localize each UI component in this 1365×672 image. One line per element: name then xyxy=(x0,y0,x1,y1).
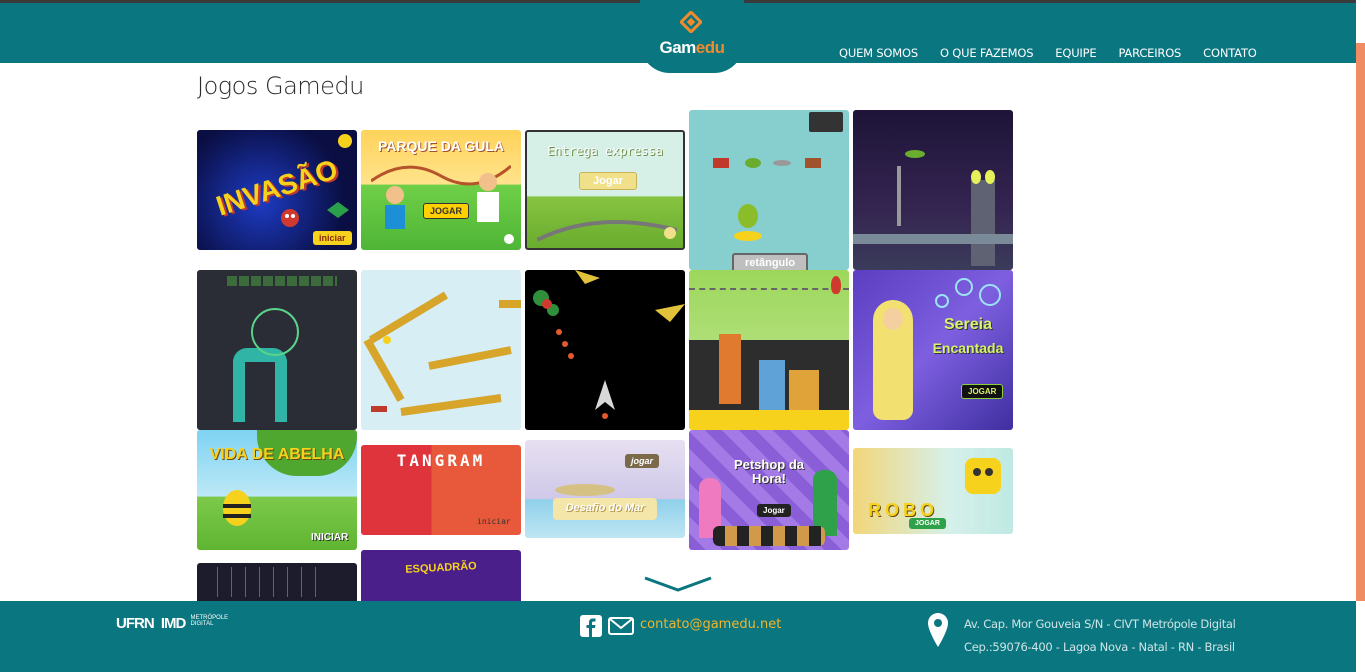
contact-email-link[interactable]: contato@gamedu.net xyxy=(640,617,781,632)
address-line-1: Av. Cap. Mor Gouveia S/N - CIVT Metrópol… xyxy=(964,617,1236,631)
pets-row xyxy=(713,526,825,546)
bubble xyxy=(979,284,1001,306)
robot-tower xyxy=(971,180,995,266)
imd-logo: IMD xyxy=(160,615,186,632)
street-lamp xyxy=(897,166,901,226)
planks-icon xyxy=(363,291,521,416)
railway-icon xyxy=(537,220,677,242)
imd-logo-subtitle: METRÓPOLE DIGITAL xyxy=(190,615,229,627)
bubble xyxy=(251,308,299,356)
platform xyxy=(773,160,791,166)
brick-row xyxy=(227,276,337,286)
nav-quem-somos[interactable]: QUEM SOMOS xyxy=(839,46,918,60)
game-robo-play-button[interactable]: JOGAR xyxy=(909,518,946,529)
frog-icon xyxy=(734,204,762,241)
game-petshop-play-button[interactable]: Jogar xyxy=(757,504,791,517)
logo-link[interactable]: Gamedu xyxy=(640,0,744,73)
game-retangulo-button[interactable]: retângulo xyxy=(732,253,808,270)
ground xyxy=(853,234,1013,244)
game-invasao[interactable]: INVASÃO iniciar xyxy=(197,130,357,250)
scrollbar-top xyxy=(1356,0,1365,43)
pipe xyxy=(233,360,245,422)
game-abelha-start-button[interactable]: INICIAR xyxy=(305,530,354,545)
platform xyxy=(805,158,821,168)
page-title: Jogos Gamedu xyxy=(197,72,364,100)
game-laser-lab[interactable] xyxy=(197,270,357,430)
building xyxy=(719,334,741,404)
game-retangulo[interactable]: retângulo xyxy=(689,110,849,270)
robot-eye xyxy=(973,468,981,476)
spaceships-icon xyxy=(533,270,685,419)
side-accent-strip xyxy=(1356,43,1365,601)
flame-icon xyxy=(831,276,841,294)
pipe xyxy=(275,360,287,422)
coin-icon xyxy=(338,134,352,148)
robot-eye xyxy=(985,468,993,476)
nav-equipe[interactable]: EQUIPE xyxy=(1055,46,1096,60)
grid-lines xyxy=(217,567,327,597)
game-petshop-da-hora[interactable]: Petshop da Hora! Jogar xyxy=(689,430,849,550)
game-tangram[interactable]: TANGRAM iniciar xyxy=(361,445,521,535)
island xyxy=(555,484,615,496)
bubble xyxy=(955,278,973,296)
ground xyxy=(689,410,849,430)
address-line-2: Cep.:59076-400 - Lagoa Nova - Natal - RN… xyxy=(964,640,1235,654)
mermaid-face xyxy=(883,308,903,330)
bee-icon xyxy=(223,490,251,526)
nav-o-que-fazemos[interactable]: O QUE FAZEMOS xyxy=(940,46,1034,60)
scroll-down-arrow-icon[interactable] xyxy=(643,574,713,594)
alien-icon xyxy=(281,209,299,227)
ufo xyxy=(905,150,925,158)
bubble xyxy=(935,294,949,308)
partner-logos: UFRN IMD METRÓPOLE DIGITAL xyxy=(116,615,228,632)
sound-icon xyxy=(504,234,514,244)
game-parque-play-button[interactable]: JOGAR xyxy=(423,203,470,219)
game-balance-planks[interactable] xyxy=(361,270,521,430)
game-entrega-expressa[interactable]: Entrega expressa Jogar xyxy=(525,130,685,250)
logo-text: Gamedu xyxy=(659,38,725,57)
game-parque-da-gula[interactable]: PARQUE DA GULA JOGAR xyxy=(361,130,521,250)
game-desafio-play-button[interactable]: jogar xyxy=(625,454,660,468)
game-sereia-encantada[interactable]: Sereia Encantada JOGAR xyxy=(853,270,1013,430)
game-invasao-start-button[interactable]: iniciar xyxy=(313,231,352,245)
hud-bar xyxy=(809,112,843,132)
robot-eye xyxy=(971,170,981,184)
nav-parceiros[interactable]: PARCEIROS xyxy=(1118,46,1181,60)
dotted-line xyxy=(689,288,849,290)
game-city-runner[interactable] xyxy=(689,270,849,430)
game-entrega-play-button[interactable]: Jogar xyxy=(579,172,637,190)
location-pin-icon xyxy=(928,613,948,647)
game-vida-de-abelha[interactable]: VIDA DE ABELHA INICIAR xyxy=(197,430,357,550)
main-nav: QUEM SOMOS O QUE FAZEMOS EQUIPE PARCEIRO… xyxy=(828,46,1268,60)
game-space-shooter[interactable] xyxy=(525,270,685,430)
game-sereia-play-button[interactable]: JOGAR xyxy=(961,384,1004,399)
kid-character-icon xyxy=(385,186,405,229)
game-desafio-do-mar[interactable]: jogar Desafio do Mar xyxy=(525,440,685,538)
sound-icon xyxy=(664,227,676,239)
gamedu-logo-icon xyxy=(680,11,702,33)
game-robo[interactable]: ROBO JOGAR xyxy=(853,448,1013,534)
footer: UFRN IMD METRÓPOLE DIGITAL contato@gamedu… xyxy=(0,601,1356,672)
building xyxy=(789,370,819,410)
game-tangram-start-button[interactable]: iniciar xyxy=(471,515,517,528)
robot-eye xyxy=(985,170,995,184)
email-icon[interactable] xyxy=(608,617,634,635)
game-robot-city[interactable] xyxy=(853,110,1013,270)
address: Av. Cap. Mor Gouveia S/N - CIVT Metrópol… xyxy=(964,613,1236,659)
game-esquadrao-partial[interactable]: ESQUADRÃO xyxy=(361,550,521,601)
platform xyxy=(745,158,761,168)
facebook-icon[interactable] xyxy=(580,615,602,637)
man-character-icon xyxy=(477,173,499,222)
robot-head xyxy=(965,458,1001,494)
platform xyxy=(713,158,729,168)
ship-icon xyxy=(327,202,349,218)
nav-contato[interactable]: CONTATO xyxy=(1203,46,1257,60)
ufrn-logo: UFRN xyxy=(116,615,155,632)
building xyxy=(759,360,785,410)
game-grid-partial[interactable] xyxy=(197,563,357,601)
